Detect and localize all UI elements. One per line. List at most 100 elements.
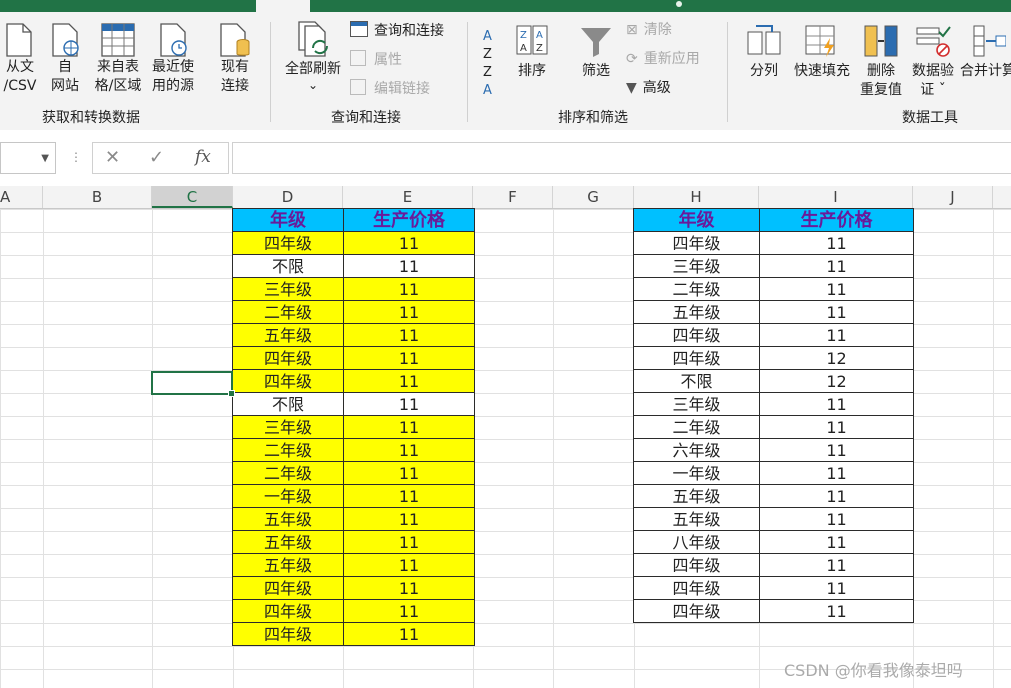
cell-grade[interactable]: 四年级 xyxy=(232,369,344,393)
cancel-icon[interactable]: ✕ xyxy=(105,147,120,168)
selected-cell[interactable] xyxy=(151,371,235,397)
cell-price[interactable]: 11 xyxy=(343,323,475,347)
cell-grade[interactable]: 四年级 xyxy=(232,622,344,646)
cell-grade[interactable]: 八年级 xyxy=(633,530,760,554)
cell-grade[interactable]: 不限 xyxy=(232,254,344,278)
cell-grade[interactable]: 四年级 xyxy=(633,553,760,577)
column-header-b[interactable]: B xyxy=(43,186,152,208)
cell-grade[interactable]: 一年级 xyxy=(633,461,760,485)
active-ribbon-tab[interactable] xyxy=(256,0,310,12)
cell-price[interactable]: 11 xyxy=(759,484,914,508)
cell-grade[interactable]: 三年级 xyxy=(633,254,760,278)
insert-function-icon[interactable]: fx xyxy=(195,147,211,167)
cell-price[interactable]: 11 xyxy=(343,438,475,462)
cell-grade[interactable]: 一年级 xyxy=(232,484,344,508)
from-text-csv-button[interactable]: 从文 /CSV xyxy=(0,22,40,96)
cell-grade[interactable]: 四年级 xyxy=(633,323,760,347)
header-cell-grade[interactable]: 年级 xyxy=(232,208,344,232)
filter-button[interactable]: 筛选 xyxy=(576,24,616,81)
cell-price[interactable]: 11 xyxy=(343,461,475,485)
chevron-down-icon[interactable]: ▼ xyxy=(41,153,49,164)
cell-grade[interactable]: 三年级 xyxy=(232,415,344,439)
cell-grade[interactable]: 三年级 xyxy=(232,277,344,301)
cell-price[interactable]: 11 xyxy=(343,346,475,370)
cell-grade[interactable]: 五年级 xyxy=(232,507,344,531)
cell-price[interactable]: 11 xyxy=(343,576,475,600)
cell-price[interactable]: 11 xyxy=(343,231,475,255)
cell-grade[interactable]: 四年级 xyxy=(232,231,344,255)
cell-grade[interactable]: 四年级 xyxy=(633,231,760,255)
consolidate-button[interactable]: 合并计算 xyxy=(960,24,1011,81)
cell-grade[interactable]: 二年级 xyxy=(232,300,344,324)
column-header-a[interactable]: A xyxy=(0,186,43,208)
recent-sources-button[interactable]: 最近使 用的源 xyxy=(148,22,198,96)
existing-connections-button[interactable]: 现有 连接 xyxy=(214,22,256,96)
cell-price[interactable]: 11 xyxy=(343,622,475,646)
cell-grade[interactable]: 二年级 xyxy=(232,461,344,485)
column-header-k[interactable] xyxy=(993,186,1011,208)
edit-links-button[interactable]: 编辑链接 xyxy=(350,79,430,98)
cell-grade[interactable]: 不限 xyxy=(232,392,344,416)
data-validation-button[interactable]: 数据验 证 ˇ xyxy=(908,24,958,100)
cell-grade[interactable]: 二年级 xyxy=(232,438,344,462)
cell-grade[interactable]: 四年级 xyxy=(232,576,344,600)
cell-price[interactable]: 11 xyxy=(343,415,475,439)
cell-price[interactable]: 11 xyxy=(759,576,914,600)
drag-handle-icon[interactable]: ⋮ xyxy=(70,150,82,164)
cell-price[interactable]: 11 xyxy=(759,530,914,554)
cell-price[interactable]: 11 xyxy=(759,323,914,347)
cell-grade[interactable]: 六年级 xyxy=(633,438,760,462)
refresh-all-button[interactable]: 全部刷新 ⌄ xyxy=(282,20,344,91)
cell-grade[interactable]: 不限 xyxy=(633,369,760,393)
cell-grade[interactable]: 五年级 xyxy=(633,484,760,508)
column-header-e[interactable]: E xyxy=(343,186,473,208)
cell-price[interactable]: 11 xyxy=(759,599,914,623)
cell-grade[interactable]: 五年级 xyxy=(232,323,344,347)
cell-price[interactable]: 11 xyxy=(343,369,475,393)
column-header-h[interactable]: H xyxy=(634,186,759,208)
cell-grade[interactable]: 五年级 xyxy=(633,300,760,324)
lightbulb-icon[interactable] xyxy=(676,1,682,7)
name-box[interactable]: ▼ xyxy=(0,142,56,174)
cell-grade[interactable]: 五年级 xyxy=(633,507,760,531)
cell-price[interactable]: 11 xyxy=(343,599,475,623)
cell-price[interactable]: 11 xyxy=(759,507,914,531)
cell-grade[interactable]: 四年级 xyxy=(633,576,760,600)
cell-price[interactable]: 11 xyxy=(759,392,914,416)
cell-price[interactable]: 11 xyxy=(343,530,475,554)
header-cell-grade[interactable]: 年级 xyxy=(633,208,760,232)
cell-price[interactable]: 11 xyxy=(759,553,914,577)
cell-grade[interactable]: 四年级 xyxy=(232,346,344,370)
cell-grade[interactable]: 五年级 xyxy=(232,553,344,577)
properties-button[interactable]: 属性 xyxy=(350,50,402,69)
sort-button[interactable]: ZAAZ 排序 xyxy=(512,24,552,81)
reapply-button[interactable]: ⟳ 重新应用 xyxy=(626,50,700,68)
cell-price[interactable]: 11 xyxy=(343,484,475,508)
formula-input[interactable] xyxy=(232,142,1011,174)
confirm-icon[interactable]: ✓ xyxy=(149,147,164,168)
remove-duplicates-button[interactable]: 删除 重复值 xyxy=(856,24,906,100)
column-header-j[interactable]: J xyxy=(913,186,993,208)
cell-price[interactable]: 11 xyxy=(759,254,914,278)
sort-descending-icon[interactable]: ZA xyxy=(483,64,492,100)
column-header-i[interactable]: I xyxy=(759,186,913,208)
cell-price[interactable]: 12 xyxy=(759,346,914,370)
from-table-range-button[interactable]: 来自表 格/区域 xyxy=(92,22,144,96)
column-header-d[interactable]: D xyxy=(233,186,343,208)
advanced-filter-button[interactable]: ▼ 高级 xyxy=(626,79,671,97)
cell-grade[interactable]: 三年级 xyxy=(633,392,760,416)
cell-price[interactable]: 11 xyxy=(759,231,914,255)
cell-price[interactable]: 11 xyxy=(343,300,475,324)
cell-grade[interactable]: 二年级 xyxy=(633,277,760,301)
clear-filter-button[interactable]: ⊠ 清除 xyxy=(626,21,672,39)
cell-price[interactable]: 11 xyxy=(759,277,914,301)
column-header-f[interactable]: F xyxy=(473,186,553,208)
cell-price[interactable]: 11 xyxy=(343,254,475,278)
column-header-g[interactable]: G xyxy=(553,186,634,208)
cell-price[interactable]: 11 xyxy=(343,553,475,577)
cell-grade[interactable]: 二年级 xyxy=(633,415,760,439)
cell-price[interactable]: 11 xyxy=(343,507,475,531)
cell-grade[interactable]: 四年级 xyxy=(633,599,760,623)
column-header-c[interactable]: C xyxy=(152,186,233,208)
cell-price[interactable]: 11 xyxy=(759,300,914,324)
